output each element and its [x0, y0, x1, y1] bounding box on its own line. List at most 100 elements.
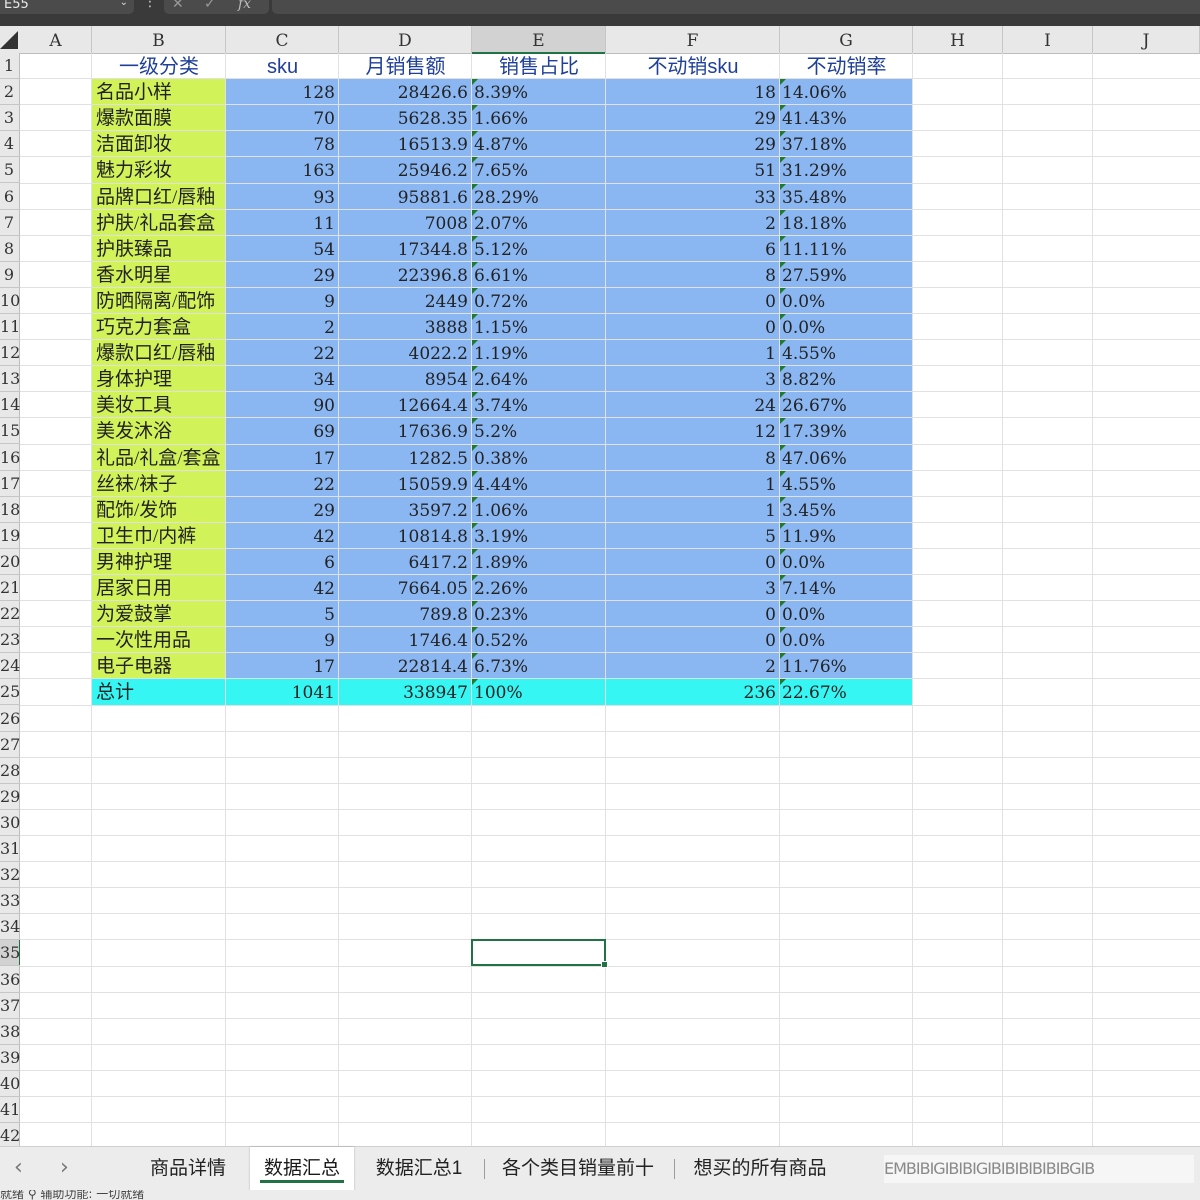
table-cell[interactable]: 5.12% [472, 235, 606, 262]
table-cell[interactable]: 3597.2 [339, 497, 472, 523]
table-cell[interactable]: 1746.4 [339, 627, 472, 653]
table-cell[interactable]: 0.0% [780, 601, 913, 627]
table-cell[interactable]: 0 [606, 288, 780, 314]
insert-function-icon[interactable]: fx [238, 0, 251, 12]
table-cell[interactable]: 42 [226, 523, 339, 549]
row-header-23[interactable]: 23 [0, 627, 20, 654]
row-header-7[interactable]: 7 [0, 210, 20, 236]
formula-input[interactable] [272, 0, 1200, 14]
table-cell[interactable]: 41.43% [780, 105, 913, 131]
table-cell[interactable]: 7664.05 [339, 575, 472, 601]
table-cell[interactable]: 配饰/发饰 [92, 497, 226, 523]
table-cell[interactable]: 29 [226, 262, 339, 288]
table-cell[interactable]: 7.14% [780, 575, 913, 601]
column-header-j[interactable]: J [1093, 26, 1200, 53]
table-cell[interactable]: 1 [606, 340, 780, 366]
row-header-3[interactable]: 3 [0, 105, 20, 132]
column-header-c[interactable]: C [226, 26, 339, 53]
table-cell[interactable]: 42 [226, 575, 339, 601]
row-header-1[interactable]: 1 [0, 53, 20, 79]
table-cell[interactable]: 22 [226, 471, 339, 497]
table-cell[interactable]: 17344.8 [339, 236, 472, 262]
table-cell[interactable]: 0.0% [780, 548, 913, 575]
table-cell[interactable]: 1 [606, 471, 780, 497]
table-cell[interactable]: 居家日用 [92, 575, 226, 601]
table-cell[interactable]: 18 [606, 79, 780, 105]
total-cell[interactable]: 22.67% [780, 679, 913, 705]
table-cell[interactable]: 6 [606, 236, 780, 262]
table-cell[interactable]: 2 [606, 653, 780, 679]
table-cell[interactable]: 8.82% [780, 366, 913, 392]
table-cell[interactable]: 69 [226, 418, 339, 444]
table-cell[interactable]: 1.66% [472, 105, 606, 131]
table-cell[interactable]: 22 [226, 340, 339, 366]
table-cell[interactable]: 28.29% [472, 183, 606, 210]
table-cell[interactable]: 4.55% [780, 340, 913, 366]
column-header-g[interactable]: G [780, 26, 913, 53]
table-cell[interactable]: 29 [606, 105, 780, 131]
row-header-29[interactable]: 29 [0, 784, 20, 810]
row-header-2[interactable]: 2 [0, 79, 20, 106]
table-cell[interactable]: 10814.8 [339, 523, 472, 549]
table-cell[interactable]: 6 [226, 549, 339, 575]
table-cell[interactable]: 5 [226, 601, 339, 627]
active-cell-selection[interactable] [471, 939, 608, 969]
table-cell[interactable]: 护肤臻品 [92, 236, 226, 262]
table-cell[interactable]: 1.19% [472, 340, 606, 366]
table-cell[interactable]: 0.0% [780, 627, 913, 653]
total-cell[interactable]: 100% [472, 679, 606, 705]
table-cell[interactable]: 0 [606, 601, 780, 627]
cancel-icon[interactable]: ✕ [172, 0, 184, 12]
table-cell[interactable]: 33 [606, 184, 780, 210]
table-cell[interactable]: 95881.6 [339, 184, 472, 210]
total-cell[interactable]: 1041 [226, 679, 339, 705]
table-header-cell[interactable]: 不动销sku [606, 53, 780, 79]
sheet-tab[interactable]: 想买的所有商品 [676, 1147, 844, 1191]
table-cell[interactable]: 卫生巾/内裤 [92, 523, 226, 549]
table-cell[interactable]: 4.44% [472, 470, 606, 497]
table-cell[interactable]: 3.74% [472, 392, 606, 418]
table-cell[interactable]: 0 [606, 549, 780, 575]
table-cell[interactable]: 25946.2 [339, 157, 472, 183]
row-header-20[interactable]: 20 [0, 549, 20, 575]
table-cell[interactable]: 37.18% [780, 131, 913, 157]
table-cell[interactable]: 防晒隔离/配饰 [92, 288, 226, 314]
row-header-36[interactable]: 36 [0, 967, 20, 993]
table-cell[interactable]: 163 [226, 157, 339, 183]
table-cell[interactable]: 8.39% [472, 79, 606, 105]
row-header-25[interactable]: 25 [0, 679, 20, 706]
table-cell[interactable]: 0 [606, 627, 780, 653]
table-cell[interactable]: 1 [606, 497, 780, 523]
column-header-a[interactable]: A [20, 26, 92, 53]
table-cell[interactable]: 14.06% [780, 79, 913, 105]
table-cell[interactable]: 1.89% [472, 548, 606, 575]
row-header-16[interactable]: 16 [0, 445, 20, 471]
table-cell[interactable]: 一次性用品 [92, 627, 226, 653]
total-cell[interactable]: 338947 [339, 679, 472, 705]
row-header-32[interactable]: 32 [0, 862, 20, 889]
table-cell[interactable]: 1.15% [472, 314, 606, 340]
select-all-button[interactable] [0, 26, 20, 53]
table-cell[interactable]: 魅力彩妆 [92, 157, 226, 183]
table-header-cell[interactable]: 销售占比 [472, 53, 606, 79]
table-header-cell[interactable]: 不动销率 [780, 53, 913, 79]
table-cell[interactable]: 巧克力套盒 [92, 314, 226, 340]
row-header-41[interactable]: 41 [0, 1097, 20, 1123]
table-cell[interactable]: 5628.35 [339, 105, 472, 131]
table-cell[interactable]: 5.2% [472, 418, 606, 444]
table-cell[interactable]: 6.73% [472, 653, 606, 679]
table-cell[interactable]: 7.65% [472, 157, 606, 183]
table-cell[interactable]: 29 [226, 497, 339, 523]
table-cell[interactable]: 78 [226, 131, 339, 157]
row-header-6[interactable]: 6 [0, 184, 20, 210]
chevron-down-icon[interactable]: ⌄ [120, 0, 128, 8]
table-cell[interactable]: 3.19% [472, 522, 606, 549]
table-cell[interactable]: 护肤/礼品套盒 [92, 210, 226, 236]
table-cell[interactable]: 3888 [339, 314, 472, 340]
row-header-24[interactable]: 24 [0, 653, 20, 680]
table-cell[interactable]: 54 [226, 236, 339, 262]
row-header-10[interactable]: 10 [0, 288, 20, 314]
row-header-35[interactable]: 35 [0, 940, 20, 967]
prev-sheet-icon[interactable]: ‹ [14, 1155, 23, 1180]
table-cell[interactable]: 8 [606, 445, 780, 471]
